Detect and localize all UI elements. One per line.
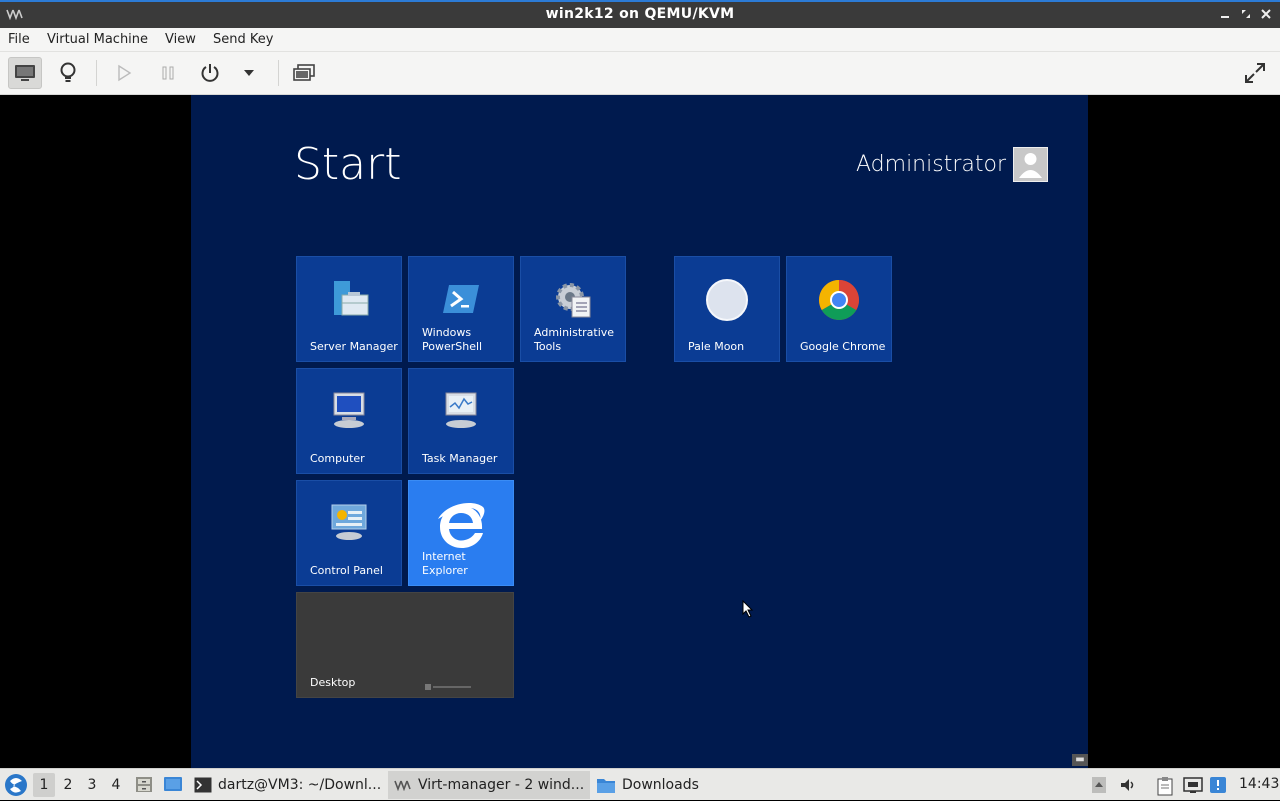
- taskbar: 1 2 3 4 dartz@VM3: ~/Downl... Virt-manag…: [0, 768, 1280, 800]
- tile-control-panel[interactable]: Control Panel: [296, 480, 402, 586]
- tile-label: Task Manager: [422, 452, 498, 465]
- menu-bar: File Virtual Machine View Send Key: [0, 28, 1280, 52]
- close-icon[interactable]: [1259, 7, 1273, 21]
- console-view-button[interactable]: [8, 57, 42, 89]
- window-titlebar: win2k12 on QEMU/KVM: [0, 0, 1280, 28]
- virt-manager-icon: [394, 780, 411, 791]
- start-menu-button[interactable]: [4, 773, 28, 801]
- menu-view[interactable]: View: [165, 32, 196, 47]
- task-virt-manager[interactable]: Virt-manager - 2 wind...: [388, 771, 591, 799]
- mouse-cursor-icon: [742, 600, 754, 618]
- pause-button[interactable]: [151, 57, 185, 89]
- fullscreen-icon: [1245, 63, 1265, 83]
- desktop-launcher[interactable]: [163, 775, 183, 797]
- file-manager-launcher[interactable]: [135, 775, 153, 797]
- tile-label: Control Panel: [310, 564, 383, 577]
- task-manager-icon: [445, 392, 477, 428]
- desktop-icon: [164, 777, 182, 791]
- powershell-icon: [443, 285, 479, 313]
- tile-label: Internet Explorer: [422, 550, 468, 577]
- monitor-icon: [15, 65, 35, 81]
- power-icon: [201, 64, 219, 82]
- file-cabinet-icon: [136, 777, 152, 792]
- task-downloads-label: Downloads: [622, 777, 699, 793]
- network-icon[interactable]: [1183, 776, 1203, 794]
- tile-label: Pale Moon: [688, 340, 745, 353]
- update-notifier-icon[interactable]: [1209, 776, 1227, 794]
- user-avatar-icon[interactable]: [1013, 147, 1048, 182]
- tile-administrative-tools[interactable]: Administrative Tools: [520, 256, 626, 362]
- tile-server-manager[interactable]: Server Manager: [296, 256, 402, 362]
- snapshots-button[interactable]: [287, 57, 321, 89]
- windows-server-logo-icon: [425, 684, 471, 690]
- admin-tools-icon: [556, 283, 591, 318]
- tile-windows-powershell[interactable]: Windows PowerShell: [408, 256, 514, 362]
- terminal-icon: [194, 777, 212, 793]
- toolbar-separator: [96, 60, 97, 86]
- folder-icon: [597, 779, 615, 793]
- computer-icon: [333, 392, 365, 428]
- tile-computer[interactable]: Computer: [296, 368, 402, 474]
- tile-internet-explorer[interactable]: Internet Explorer: [408, 480, 514, 586]
- guest-start-screen[interactable]: Start Administrator Server Manager Windo…: [191, 95, 1088, 768]
- pause-icon: [162, 66, 174, 80]
- tile-task-manager[interactable]: Task Manager: [408, 368, 514, 474]
- toolbar-separator: [278, 60, 279, 86]
- tile-label: Administrative Tools: [534, 326, 615, 353]
- details-view-button[interactable]: [51, 57, 85, 89]
- volume-icon[interactable]: [1119, 776, 1137, 794]
- start-title: Start: [294, 139, 402, 190]
- clock[interactable]: 14:43: [1239, 776, 1279, 792]
- tile-label: Desktop: [310, 676, 356, 689]
- shutdown-button[interactable]: [193, 57, 227, 89]
- tile-label: Computer: [310, 452, 365, 465]
- run-button[interactable]: [107, 57, 141, 89]
- task-virt-manager-label: Virt-manager - 2 wind...: [418, 777, 585, 793]
- tile-pale-moon[interactable]: Pale Moon: [674, 256, 780, 362]
- tile-label: Windows PowerShell: [422, 326, 483, 353]
- chrome-icon: [819, 280, 859, 320]
- lightbulb-icon: [60, 62, 76, 82]
- menu-virtual-machine[interactable]: Virtual Machine: [47, 32, 148, 47]
- control-panel-icon: [331, 504, 367, 540]
- task-terminal[interactable]: dartz@VM3: ~/Downl...: [188, 771, 387, 799]
- tray-expand-icon[interactable]: [1091, 776, 1109, 794]
- server-manager-icon: [334, 281, 369, 316]
- task-downloads[interactable]: Downloads: [590, 771, 705, 799]
- snapshots-icon: [293, 64, 315, 81]
- toolbar: [0, 52, 1280, 95]
- tile-label: Google Chrome: [800, 340, 886, 353]
- tile-label: Server Manager: [310, 340, 398, 353]
- clipboard-icon[interactable]: [1156, 776, 1174, 796]
- minimize-icon[interactable]: [1218, 7, 1232, 21]
- internet-explorer-icon: [438, 503, 485, 548]
- menu-file[interactable]: File: [8, 32, 30, 47]
- chevron-down-icon: [244, 70, 254, 76]
- workspace-3[interactable]: 3: [81, 773, 103, 797]
- console-scroll-icon[interactable]: ▬: [1072, 754, 1088, 766]
- shutdown-menu-button[interactable]: [233, 57, 265, 89]
- workspace-1[interactable]: 1: [33, 773, 55, 797]
- fullscreen-button[interactable]: [1238, 57, 1272, 89]
- pale-moon-icon: [706, 279, 748, 321]
- tile-google-chrome[interactable]: Google Chrome: [786, 256, 892, 362]
- window-title: win2k12 on QEMU/KVM: [545, 6, 735, 22]
- task-terminal-label: dartz@VM3: ~/Downl...: [218, 777, 382, 793]
- workspace-4[interactable]: 4: [105, 773, 127, 797]
- maximize-icon[interactable]: [1239, 7, 1253, 21]
- distro-logo-icon: [5, 774, 27, 796]
- play-icon: [118, 64, 132, 82]
- user-name[interactable]: Administrator: [856, 152, 1006, 177]
- workspace-2[interactable]: 2: [57, 773, 79, 797]
- menu-send-key[interactable]: Send Key: [213, 32, 273, 47]
- tile-desktop[interactable]: Desktop: [296, 592, 514, 698]
